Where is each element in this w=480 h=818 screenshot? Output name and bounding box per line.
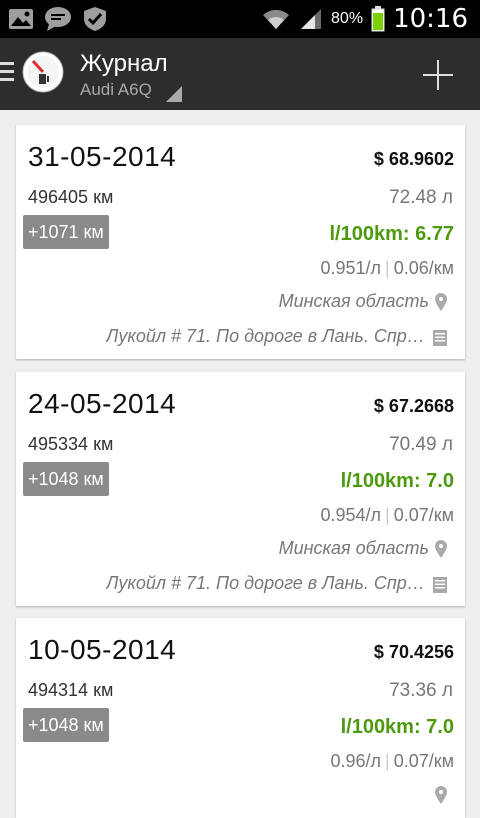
price-per-liter: 0.954/л	[320, 505, 382, 525]
check-shield-icon	[84, 7, 106, 31]
log-entry-card[interactable]: 10-05-2014 $ 70.4256 494314 км 73.36 л +…	[16, 618, 465, 818]
gallery-icon	[9, 9, 33, 29]
separator: |	[385, 258, 390, 278]
entry-consumption: l/100km: 6.77	[329, 223, 454, 245]
entry-volume: 72.48 л	[389, 187, 453, 208]
cost-per-km: 0.06/км	[393, 258, 454, 278]
entry-date: 31-05-2014	[28, 141, 177, 172]
entry-prices: 0.951/л | 0.06/км	[320, 258, 454, 279]
distance-diff-badge: +1048 км	[23, 708, 109, 742]
fuel-gauge-app-icon[interactable]	[22, 51, 64, 93]
cost-per-km: 0.07/км	[393, 505, 454, 525]
vehicle-selector[interactable]: Audi A6Q	[80, 80, 152, 100]
entry-station: Лукойл # 71. По дороге в Лань. Справа	[106, 326, 426, 346]
entry-prices: 0.96/л | 0.07/км	[330, 751, 454, 772]
entry-cost: $ 67.2668	[373, 396, 454, 416]
message-icon	[45, 7, 71, 31]
action-bar: Журнал Audi A6Q	[0, 38, 480, 110]
system-icons: 80% 10:16	[261, 0, 468, 38]
entry-cost: $ 68.9602	[373, 149, 454, 169]
entry-odometer: 494314 км	[28, 680, 114, 700]
entry-region: Минская область	[278, 538, 429, 558]
entry-date: 10-05-2014	[28, 634, 177, 665]
distance-diff-badge: +1071 км	[23, 215, 109, 249]
signal-icon	[301, 9, 322, 29]
price-per-liter: 0.96/л	[330, 751, 382, 771]
note-icon	[433, 330, 447, 346]
entry-cost: $ 70.4256	[373, 642, 454, 662]
log-entry-card[interactable]: 31-05-2014 $ 68.9602 496405 км 72.48 л +…	[16, 125, 465, 359]
entry-consumption: l/100km: 7.0	[340, 470, 454, 492]
distance-diff-badge: +1048 км	[23, 462, 109, 496]
location-pin-icon	[435, 786, 447, 804]
entry-volume: 70.49 л	[389, 434, 453, 455]
separator: |	[385, 751, 390, 771]
add-entry-button[interactable]	[418, 56, 458, 96]
log-entry-card[interactable]: 24-05-2014 $ 67.2668 495334 км 70.49 л +…	[16, 372, 465, 606]
status-bar: 80% 10:16	[0, 0, 480, 38]
clock: 10:16	[393, 4, 468, 34]
dropdown-caret-icon[interactable]	[166, 86, 182, 102]
notification-icons	[8, 6, 108, 32]
entry-prices: 0.954/л | 0.07/км	[320, 505, 454, 526]
screen-title: Журнал	[80, 50, 168, 77]
entry-consumption: l/100km: 7.0	[340, 716, 454, 738]
cost-per-km: 0.07/км	[393, 751, 454, 771]
battery-icon	[371, 6, 385, 32]
drawer-menu-icon[interactable]	[0, 62, 14, 84]
price-per-liter: 0.951/л	[320, 258, 382, 278]
location-pin-icon	[435, 293, 447, 311]
entry-region: Минская область	[278, 291, 429, 311]
wifi-icon	[263, 9, 290, 29]
entry-date: 24-05-2014	[28, 388, 177, 419]
separator: |	[385, 505, 390, 525]
entry-odometer: 496405 км	[28, 187, 114, 207]
entry-station: Лукойл # 71. По дороге в Лань. Справа	[106, 573, 426, 593]
entry-volume: 73.36 л	[389, 680, 453, 701]
battery-percent: 80%	[331, 10, 364, 27]
entry-odometer: 495334 км	[28, 434, 114, 454]
note-icon	[433, 577, 447, 593]
location-pin-icon	[435, 540, 447, 558]
